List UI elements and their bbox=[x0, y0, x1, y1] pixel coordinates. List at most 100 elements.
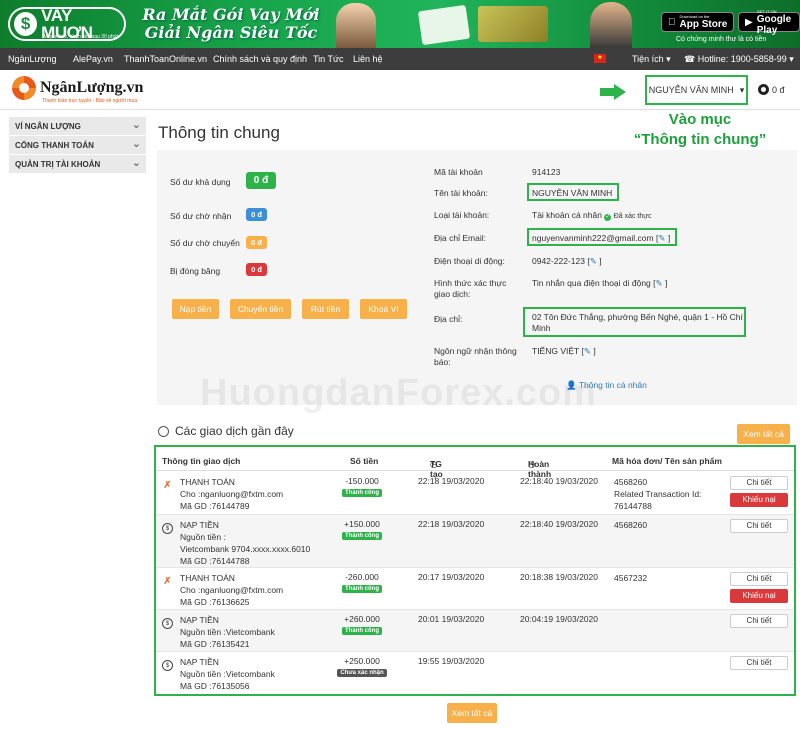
nav-item-thanhtoanonline[interactable]: ThanhToanOnline.vn bbox=[124, 54, 207, 64]
sidebar: VÍ NGÂN LƯỢNG CỔNG THANH TOÁN QUẢN TRỊ T… bbox=[9, 117, 146, 174]
play-icon: ▶ bbox=[745, 16, 753, 28]
tx-type: THANH TOÁN bbox=[180, 573, 235, 583]
tx-related-label: Related Transaction Id: bbox=[614, 489, 702, 499]
user-name: NGUYỄN VĂN MINH bbox=[648, 85, 734, 95]
nav-item-news[interactable]: Tin Tức bbox=[313, 54, 344, 64]
user-menu[interactable]: NGUYỄN VĂN MINH ▾ bbox=[645, 75, 748, 105]
detail-button[interactable]: Chi tiết bbox=[730, 476, 788, 490]
nav-item-policy[interactable]: Chính sách và quy định bbox=[213, 54, 307, 64]
tx-amount: +150.000 bbox=[344, 519, 380, 529]
transactions-table-header: Thông tin giao dịch Số tiền ◷ TG tạo ◷ H… bbox=[156, 453, 794, 479]
table-row: $ NẠP TIỀN Nguồn tiền :Vietcombank Mã GD… bbox=[156, 610, 794, 652]
edit-language-icon[interactable]: ✎ bbox=[584, 346, 591, 356]
apple-icon:  bbox=[668, 17, 676, 28]
promo-banner[interactable]: $ VAY MUỢN Vay online, nhận tiền sau 30 … bbox=[0, 0, 800, 48]
complain-button[interactable]: Khiếu nại bbox=[730, 589, 788, 603]
see-all-bottom-button[interactable]: Xem tất cả bbox=[447, 703, 497, 723]
banner-man-image bbox=[590, 2, 632, 48]
pending-out-label: Số dư chờ chuyển bbox=[170, 238, 240, 248]
deposit-icon: $ bbox=[162, 523, 173, 534]
nganluong-logo-icon bbox=[12, 76, 36, 100]
status-badge: Thành công bbox=[342, 627, 382, 635]
deposit-icon: $ bbox=[162, 660, 173, 671]
app-store-button[interactable]:  Download on theApp Store bbox=[661, 12, 735, 32]
dollar-icon: $ bbox=[14, 12, 38, 36]
detail-button[interactable]: Chi tiết bbox=[730, 614, 788, 628]
tx-invoice: 4568260 bbox=[614, 520, 648, 530]
account-name-label: Tên tài khoản: bbox=[434, 188, 488, 198]
nganluong-slogan: Thanh toán trực tuyến - Bảo vệ người mua bbox=[42, 98, 138, 104]
banner-person-image bbox=[336, 3, 376, 48]
language-label: Ngôn ngữ nhận thông báo: bbox=[434, 346, 517, 367]
tx-invoice: 4568260 bbox=[614, 477, 648, 487]
nganluong-logo[interactable]: NgânLượng.vn Thanh toán trực tuyến - Bảo… bbox=[12, 76, 144, 104]
frozen-label: Bị đóng băng bbox=[170, 266, 221, 276]
account-id-label: Mã tài khoản bbox=[434, 167, 483, 177]
tx-detail: Cho :nganluong@fxtm.com bbox=[180, 489, 284, 499]
tx-amount: -150.000 bbox=[345, 476, 379, 486]
detail-button[interactable]: Chi tiết bbox=[730, 656, 788, 670]
nav-item-alepay[interactable]: AlePay.vn bbox=[73, 54, 113, 64]
page-title: Thông tin chung bbox=[158, 123, 280, 142]
email-value: nguyenvanminh222@gmail.com [✎ ] bbox=[532, 233, 671, 243]
status-badge: Chưa xác nhận bbox=[337, 669, 387, 677]
nav-item-contact[interactable]: Liên hệ bbox=[353, 54, 383, 64]
tx-source: Nguồn tiền :Vietcombank bbox=[180, 669, 275, 679]
nganluong-logo-text: NgânLượng.vn bbox=[40, 79, 144, 96]
sidebar-item-wallet[interactable]: VÍ NGÂN LƯỢNG bbox=[9, 117, 146, 136]
col-amount: Số tiền bbox=[350, 456, 379, 466]
detail-button[interactable]: Chi tiết bbox=[730, 519, 788, 533]
tx-completed: 20:18:38 19/03/2020 bbox=[520, 572, 598, 582]
transactions-table: Thông tin giao dịch Số tiền ◷ TG tạo ◷ H… bbox=[154, 445, 796, 696]
status-badge: Thành công bbox=[342, 489, 382, 497]
sidebar-item-payment-gateway[interactable]: CỔNG THANH TOÁN bbox=[9, 136, 146, 155]
tx-type: NẠP TIỀN bbox=[180, 520, 219, 530]
auth-value: Tin nhắn qua điện thoại di động [✎ ] bbox=[532, 278, 668, 288]
tx-completed: 20:04:19 19/03/2020 bbox=[520, 614, 598, 624]
tx-completed: 22:18:40 19/03/2020 bbox=[520, 519, 598, 529]
watermark: HuongdanForex.com bbox=[200, 372, 598, 414]
tx-detail: Nguồn tiền : bbox=[180, 532, 226, 542]
transfer-button[interactable]: Chuyển tiền bbox=[230, 299, 291, 319]
phone-label: Điện thoại di động: bbox=[434, 256, 505, 266]
detail-button[interactable]: Chi tiết bbox=[730, 572, 788, 586]
tx-source: Nguồn tiền :Vietcombank bbox=[180, 627, 275, 637]
tx-created: 20:17 19/03/2020 bbox=[418, 572, 485, 582]
deposit-icon: $ bbox=[162, 618, 173, 629]
tx-type: NẠP TIỀN bbox=[180, 657, 219, 667]
banner-headline-line-1: Ra Mắt Gói Vay Mới bbox=[142, 5, 320, 24]
edit-phone-icon[interactable]: ✎ bbox=[590, 256, 597, 266]
account-id-value: 914123 bbox=[532, 167, 561, 177]
sidebar-item-account-admin[interactable]: QUẢN TRỊ TÀI KHOẢN bbox=[9, 155, 146, 174]
status-badge: Thành công bbox=[342, 532, 382, 540]
account-info-panel: Số dư khả dụng 0 đ Số dư chờ nhận 0 đ Số… bbox=[157, 150, 797, 405]
nav-utilities[interactable]: Tiện ích ▾ bbox=[632, 54, 671, 65]
lock-wallet-button[interactable]: Khoá Ví bbox=[360, 299, 407, 319]
tx-detail: Cho :nganluong@fxtm.com bbox=[180, 585, 284, 595]
banner-headline: Ra Mắt Gói Vay Mới Giải Ngân Siêu Tốc bbox=[136, 6, 326, 42]
complain-button[interactable]: Khiếu nại bbox=[730, 493, 788, 507]
nav-hotline[interactable]: ☎ Hotline: 1900-5858-99 ▾ bbox=[684, 54, 794, 65]
tx-created: 20:01 19/03/2020 bbox=[418, 614, 485, 624]
pending-out-badge: 0 đ bbox=[246, 236, 267, 249]
account-name-value: NGUYỄN VĂN MINH bbox=[532, 188, 613, 198]
language-value: TIẾNG VIỆT [✎ ] bbox=[532, 346, 596, 356]
tx-related-id: 76144788 bbox=[614, 501, 652, 511]
google-play-button[interactable]: ▶ GET IT ON Google Play bbox=[738, 9, 800, 36]
vietnam-flag-icon[interactable]: ★ bbox=[594, 54, 606, 63]
status-badge: Thành công bbox=[342, 585, 382, 593]
see-all-top-button[interactable]: Xem tất cả bbox=[737, 424, 790, 444]
annotation-line-1: Vào mục bbox=[668, 111, 732, 128]
pending-in-badge: 0 đ bbox=[246, 208, 267, 221]
edit-email-icon[interactable]: ✎ bbox=[658, 233, 665, 243]
withdraw-button[interactable]: Rút tiền bbox=[302, 299, 349, 319]
header-balance-value: 0 đ bbox=[772, 84, 785, 95]
address-value: 02 Tôn Đức Thắng, phường Bến Nghé, quận … bbox=[532, 312, 743, 333]
deposit-button[interactable]: Nạp tiền bbox=[172, 299, 219, 319]
site-header: NgânLượng.vn Thanh toán trực tuyến - Bảo… bbox=[0, 70, 800, 110]
tx-id: Mã GD :76144788 bbox=[180, 556, 250, 566]
edit-auth-icon[interactable]: ✎ bbox=[656, 278, 663, 288]
tx-amount: -260.000 bbox=[345, 572, 379, 582]
tx-amount: +250.000 bbox=[344, 656, 380, 666]
nav-item-nganluong[interactable]: NgânLượng bbox=[8, 54, 56, 64]
